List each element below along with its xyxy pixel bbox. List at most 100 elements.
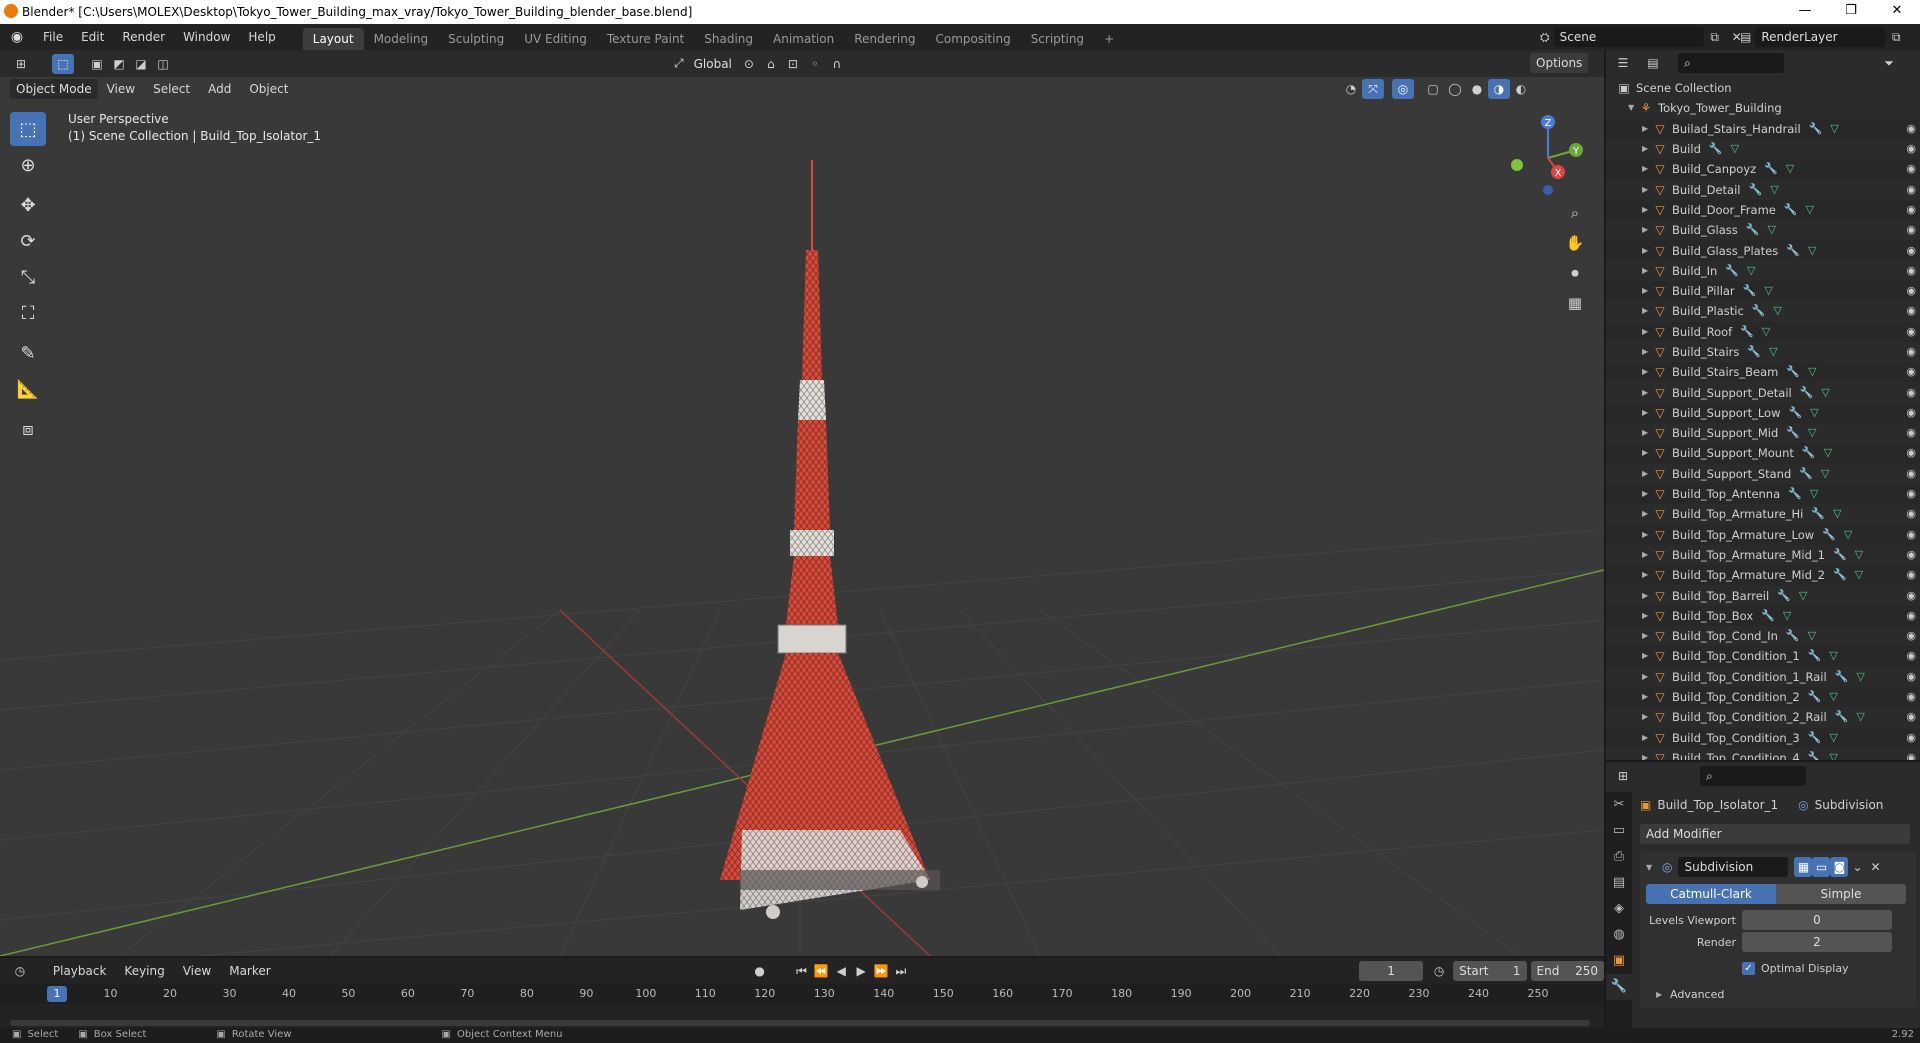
- expand-triangle-icon[interactable]: ▶: [1642, 443, 1652, 463]
- outliner-item[interactable]: ▶ ▽ Build_Roof 🔧 ▽ ◉: [1606, 322, 1920, 342]
- mesh-data-icon[interactable]: ▽: [1783, 606, 1791, 626]
- select-tool-icon[interactable]: ⬚: [52, 53, 74, 74]
- expand-triangle-icon[interactable]: ▼: [1628, 98, 1638, 118]
- timeline-menu-view[interactable]: View: [174, 958, 220, 984]
- display-mode-icon[interactable]: ▤: [1642, 53, 1664, 73]
- visibility-eye-icon[interactable]: ◉: [1906, 322, 1916, 342]
- outliner-item[interactable]: ▶ ▽ Builad_Stairs_Handrail 🔧 ▽ ◉: [1606, 119, 1920, 139]
- pivot-point-icon[interactable]: ⊙: [738, 54, 760, 74]
- visibility-eye-icon[interactable]: ◉: [1906, 119, 1916, 139]
- tab-uv-editing[interactable]: UV Editing: [514, 28, 597, 50]
- end-frame-input[interactable]: End 250: [1530, 961, 1604, 981]
- mesh-data-icon[interactable]: ▽: [1810, 403, 1818, 423]
- mesh-data-icon[interactable]: ▽: [1770, 180, 1778, 200]
- timeline-menu-keying[interactable]: Keying: [115, 958, 173, 984]
- modifier-wrench-icon[interactable]: 🔧: [1833, 545, 1847, 565]
- measure-tool-icon[interactable]: 📐: [10, 372, 46, 406]
- outliner-item[interactable]: ▶ ▽ Build_Detail 🔧 ▽ ◉: [1606, 179, 1920, 200]
- expand-triangle-icon[interactable]: ▶: [1642, 525, 1652, 545]
- modifier-wrench-icon[interactable]: 🔧: [1800, 383, 1814, 403]
- modifier-wrench-icon[interactable]: 🔧: [1752, 301, 1766, 321]
- mesh-data-icon[interactable]: ▽: [1830, 119, 1838, 139]
- mesh-data-icon[interactable]: ▽: [1829, 748, 1837, 760]
- outliner-item[interactable]: ▶ ▽ Build_Stairs 🔧 ▽ ◉: [1606, 341, 1920, 363]
- visibility-icon[interactable]: ◔: [1340, 79, 1362, 99]
- menu-render[interactable]: Render: [113, 24, 174, 50]
- visibility-eye-icon[interactable]: ◉: [1906, 626, 1916, 646]
- menu-window[interactable]: Window: [174, 24, 239, 50]
- levels-viewport-input[interactable]: 0: [1742, 910, 1892, 930]
- play-icon[interactable]: ▶: [851, 961, 871, 981]
- tab-layout[interactable]: Layout: [302, 28, 364, 50]
- render-tab-icon[interactable]: ▭: [1606, 818, 1632, 844]
- simple-button[interactable]: Simple: [1776, 884, 1906, 904]
- outliner-item[interactable]: ▶ ▽ Build_In 🔧 ▽ ◉: [1606, 260, 1920, 281]
- viewport-toggle-icon[interactable]: ▭: [1812, 857, 1831, 877]
- outliner-item[interactable]: ▶ ▽ Build_Stairs_Beam 🔧 ▽ ◉: [1606, 362, 1920, 382]
- solid-shading-icon[interactable]: ●: [1466, 79, 1488, 99]
- expand-triangle-icon[interactable]: ▶: [1642, 464, 1652, 484]
- visibility-eye-icon[interactable]: ◉: [1906, 281, 1916, 301]
- gizmo-toggle-icon[interactable]: ⤧: [1362, 79, 1384, 99]
- tool-tab-icon[interactable]: ✂: [1606, 792, 1632, 818]
- outliner-search-input[interactable]: ⌕: [1678, 53, 1784, 73]
- menu-help[interactable]: Help: [239, 24, 284, 50]
- record-icon[interactable]: ●: [750, 961, 770, 981]
- snap-target-icon[interactable]: ⊡: [782, 54, 804, 74]
- gizmo-neg-z-axis[interactable]: [1543, 185, 1553, 195]
- modifier-wrench-icon[interactable]: 🔧: [1835, 667, 1849, 687]
- visibility-eye-icon[interactable]: ◉: [1906, 606, 1916, 626]
- outliner-item[interactable]: ▶ ▽ Build_Support_Low 🔧 ▽ ◉: [1606, 403, 1920, 423]
- mesh-data-icon[interactable]: ▽: [1747, 261, 1755, 281]
- current-frame-input[interactable]: 1: [1358, 961, 1424, 981]
- modifier-wrench-icon[interactable]: 🔧: [1725, 261, 1739, 281]
- expand-triangle-icon[interactable]: ▶: [1642, 159, 1652, 179]
- tab-animation[interactable]: Animation: [763, 28, 844, 50]
- tab-sculpting[interactable]: Sculpting: [438, 28, 514, 50]
- menu-file[interactable]: File: [34, 24, 72, 50]
- outliner-item[interactable]: ▶ ▽ Build_Support_Mount 🔧 ▽ ◉: [1606, 443, 1920, 463]
- preview-range-icon[interactable]: ◷: [1429, 961, 1449, 981]
- expand-triangle-icon[interactable]: ▶: [1642, 707, 1652, 727]
- transform-tool-icon[interactable]: ⛶: [10, 296, 46, 330]
- menu-edit[interactable]: Edit: [72, 24, 113, 50]
- renderlayer-field[interactable]: RenderLayer: [1755, 27, 1886, 47]
- blender-menu-icon[interactable]: ◉: [0, 29, 34, 45]
- modifier-wrench-icon[interactable]: 🔧: [1808, 646, 1822, 666]
- outliner-item[interactable]: ▶ ▽ Build_Door_Frame 🔧 ▽ ◉: [1606, 200, 1920, 220]
- mesh-data-icon[interactable]: ▽: [1810, 484, 1818, 504]
- modifier-delete-icon[interactable]: ✕: [1866, 857, 1884, 877]
- jump-end-icon[interactable]: ⏭: [891, 961, 911, 981]
- zoom-icon[interactable]: ⌕: [1564, 198, 1586, 228]
- mesh-data-icon[interactable]: ▽: [1821, 464, 1829, 484]
- outliner-item[interactable]: ▶ ▽ Build_Top_Armature_Low 🔧 ▽ ◉: [1606, 525, 1920, 545]
- new-scene-icon[interactable]: ⧉: [1704, 27, 1726, 47]
- expand-triangle-icon[interactable]: ▶: [1642, 626, 1652, 646]
- modifier-wrench-icon[interactable]: 🔧: [1786, 241, 1800, 261]
- outliner-item[interactable]: ▶ ▽ Build_Top_Condition_2 🔧 ▽ ◉: [1606, 687, 1920, 707]
- outliner-editor-type-icon[interactable]: ☰: [1612, 53, 1634, 73]
- mesh-data-icon[interactable]: ▽: [1774, 301, 1782, 321]
- modifier-menu-icon[interactable]: ⌄: [1848, 857, 1866, 877]
- modifier-wrench-icon[interactable]: 🔧: [1809, 119, 1823, 139]
- add-modifier-button[interactable]: Add Modifier: [1640, 824, 1910, 844]
- falloff-icon[interactable]: ∩: [826, 54, 848, 74]
- modifier-wrench-icon[interactable]: 🔧: [1746, 220, 1760, 240]
- select-box-extend-icon[interactable]: ◩: [108, 54, 130, 74]
- mesh-data-icon[interactable]: ▽: [1821, 383, 1829, 403]
- visibility-eye-icon[interactable]: ◉: [1906, 383, 1916, 403]
- expand-triangle-icon[interactable]: ▶: [1642, 180, 1652, 200]
- outliner-item[interactable]: ▶ ▽ Build_Glass 🔧 ▽ ◉: [1606, 220, 1920, 241]
- modifier-wrench-icon[interactable]: 🔧: [1808, 728, 1822, 748]
- tokyo-tower-model[interactable]: [720, 160, 940, 919]
- expand-triangle-icon[interactable]: ▶: [1642, 728, 1652, 748]
- outliner-item[interactable]: ▶ ▽ Build_Top_Barreil 🔧 ▽ ◉: [1606, 585, 1920, 606]
- outliner-item[interactable]: ▶ ▽ Build_Top_Condition_4 🔧 ▽ ◉: [1606, 747, 1920, 760]
- next-keyframe-icon[interactable]: ⏩: [871, 961, 891, 981]
- expand-triangle-icon[interactable]: ▶: [1642, 423, 1652, 443]
- pan-hand-icon[interactable]: ✋: [1564, 228, 1586, 258]
- output-tab-icon[interactable]: ⎙: [1606, 844, 1632, 870]
- modifier-wrench-icon[interactable]: 🔧: [1808, 748, 1822, 760]
- expand-triangle-icon[interactable]: ▶: [1642, 342, 1652, 362]
- modifier-collapse-icon[interactable]: ▼: [1646, 863, 1656, 872]
